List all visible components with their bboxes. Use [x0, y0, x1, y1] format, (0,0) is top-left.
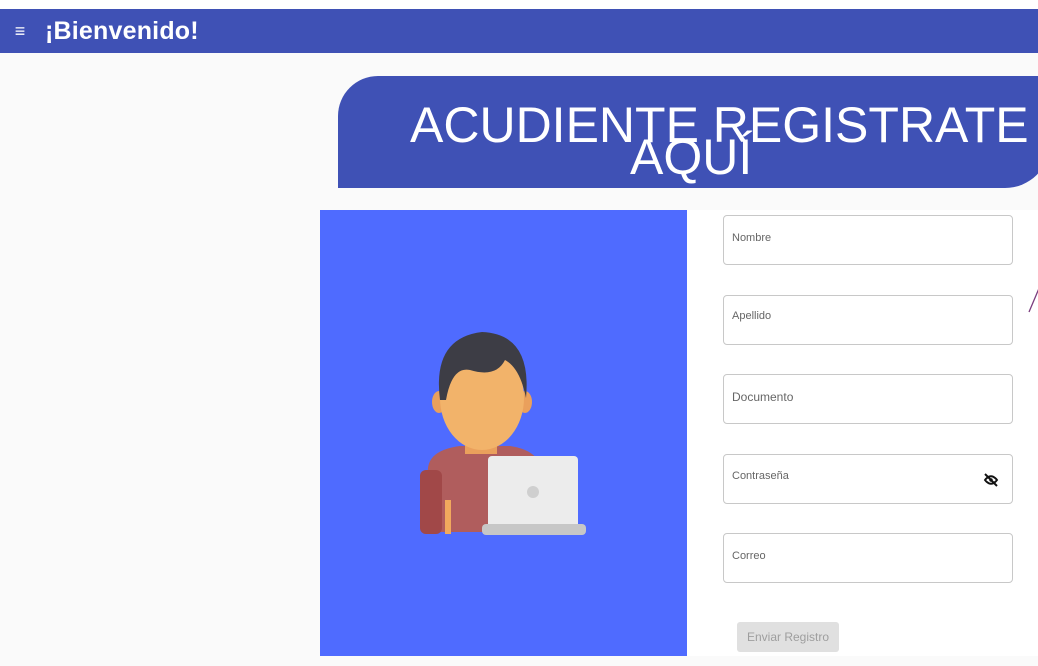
correo-field[interactable]: Correo — [723, 533, 1013, 583]
password-label: Contraseña — [732, 470, 789, 482]
main-content: ACUDIENTE REGISTRATE AQUÍ Nombre Apellid… — [0, 53, 1038, 666]
eye-slash-icon[interactable] — [982, 471, 1000, 489]
correo-label: Correo — [732, 550, 766, 562]
page-title: ¡Bienvenido! — [45, 16, 199, 45]
nombre-label: Nombre — [732, 232, 772, 244]
submit-button[interactable]: Enviar Registro — [737, 622, 839, 652]
top-strip — [0, 0, 1038, 9]
password-field[interactable]: Contraseña — [723, 454, 1013, 504]
nombre-field[interactable]: Nombre — [723, 215, 1013, 265]
documento-field[interactable]: Documento — [723, 374, 1013, 424]
register-banner: ACUDIENTE REGISTRATE AQUÍ — [338, 76, 1038, 188]
registration-form: Nombre Apellido Documento Contraseña Cor… — [687, 210, 1038, 656]
person-laptop-icon — [420, 332, 586, 535]
menu-icon[interactable]: ≡ — [0, 21, 40, 42]
edge-divider — [1028, 289, 1038, 313]
banner-subtitle: AQUÍ — [630, 129, 753, 185]
app-bar: ≡ ¡Bienvenido! — [0, 9, 1038, 53]
apellido-label: Apellido — [732, 310, 772, 322]
apellido-field[interactable]: Apellido — [723, 295, 1013, 345]
user-illustration — [320, 210, 687, 656]
documento-label: Documento — [732, 390, 794, 404]
